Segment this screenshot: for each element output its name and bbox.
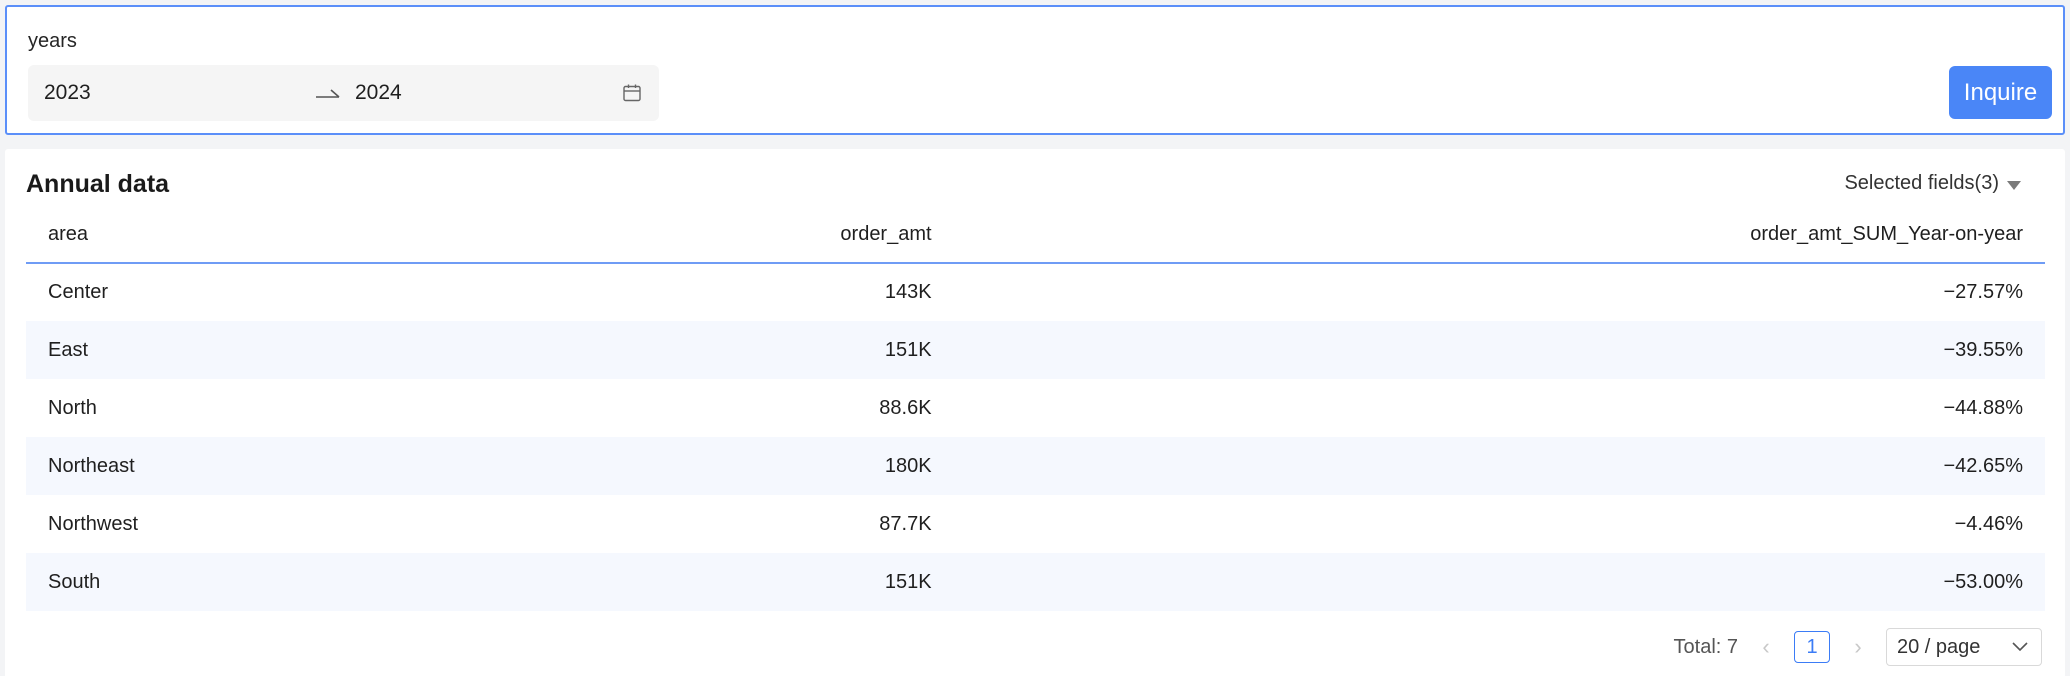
page-size-label: 20 / page [1897, 635, 1981, 658]
next-page-button[interactable]: › [1846, 634, 1870, 660]
inquire-button[interactable]: Inquire [1949, 66, 2052, 119]
year-range-picker[interactable]: 2023 2024 [28, 65, 659, 121]
annual-data-table: area order_amt order_amt_SUM_Year-on-yea… [26, 206, 2045, 611]
cell-area: East [48, 338, 89, 361]
end-year-value[interactable]: 2024 [355, 81, 402, 105]
page-size-select[interactable]: 20 / page [1886, 628, 2042, 666]
cell-order-amt: 151K [884, 338, 932, 361]
cell-area: Northwest [48, 512, 139, 535]
caret-down-icon [2007, 180, 2021, 190]
cell-area: Center [48, 281, 109, 303]
calendar-icon[interactable] [622, 83, 642, 103]
total-count: Total: 7 [1673, 635, 1738, 658]
section-title: Annual data [26, 170, 170, 198]
annual-data-panel: Annual data Selected fields(3) area orde… [5, 149, 2065, 676]
cell-yoy: −53.00% [1943, 570, 2023, 593]
table-row[interactable]: Center 143K −27.57% [26, 263, 2045, 321]
start-year-value[interactable]: 2023 [44, 81, 91, 105]
column-header-order-amt[interactable]: order_amt [487, 206, 954, 264]
selected-fields-dropdown[interactable]: Selected fields(3) [1844, 172, 2021, 195]
cell-yoy: −44.88% [1943, 396, 2023, 419]
selected-fields-label: Selected fields(3) [1844, 172, 1999, 194]
column-header-yoy[interactable]: order_amt_SUM_Year-on-year [953, 206, 2045, 264]
table-header-row: area order_amt order_amt_SUM_Year-on-yea… [26, 206, 2045, 264]
page-1-button[interactable]: 1 [1794, 631, 1830, 663]
chevron-down-icon [2012, 642, 2028, 652]
cell-order-amt: 180K [884, 454, 932, 477]
table-row[interactable]: South 151K −53.00% [26, 553, 2045, 611]
prev-page-button[interactable]: ‹ [1754, 634, 1778, 660]
cell-yoy: −27.57% [1943, 281, 2023, 303]
cell-order-amt: 143K [884, 281, 932, 303]
cell-order-amt: 151K [884, 570, 932, 593]
pagination: Total: 7 ‹ 1 › 20 / page [1674, 628, 2042, 666]
table-row[interactable]: Northwest 87.7K −4.46% [26, 495, 2045, 553]
cell-area: North [48, 396, 97, 419]
cell-yoy: −42.65% [1943, 454, 2023, 477]
table-row[interactable]: Northeast 180K −42.65% [26, 437, 2045, 495]
years-label: years [28, 30, 77, 52]
cell-order-amt: 87.7K [879, 512, 932, 535]
table-row[interactable]: East 151K −39.55% [26, 321, 2045, 379]
table-row[interactable]: North 88.6K −44.88% [26, 379, 2045, 437]
range-arrow-icon [316, 89, 340, 98]
cell-area: South [48, 570, 101, 593]
filter-panel: years 2023 2024 Inquire [5, 5, 2065, 135]
cell-area: Northeast [48, 454, 135, 477]
cell-yoy: −4.46% [1954, 512, 2023, 535]
cell-yoy: −39.55% [1943, 338, 2023, 361]
column-header-area[interactable]: area [26, 206, 488, 264]
cell-order-amt: 88.6K [879, 396, 932, 419]
